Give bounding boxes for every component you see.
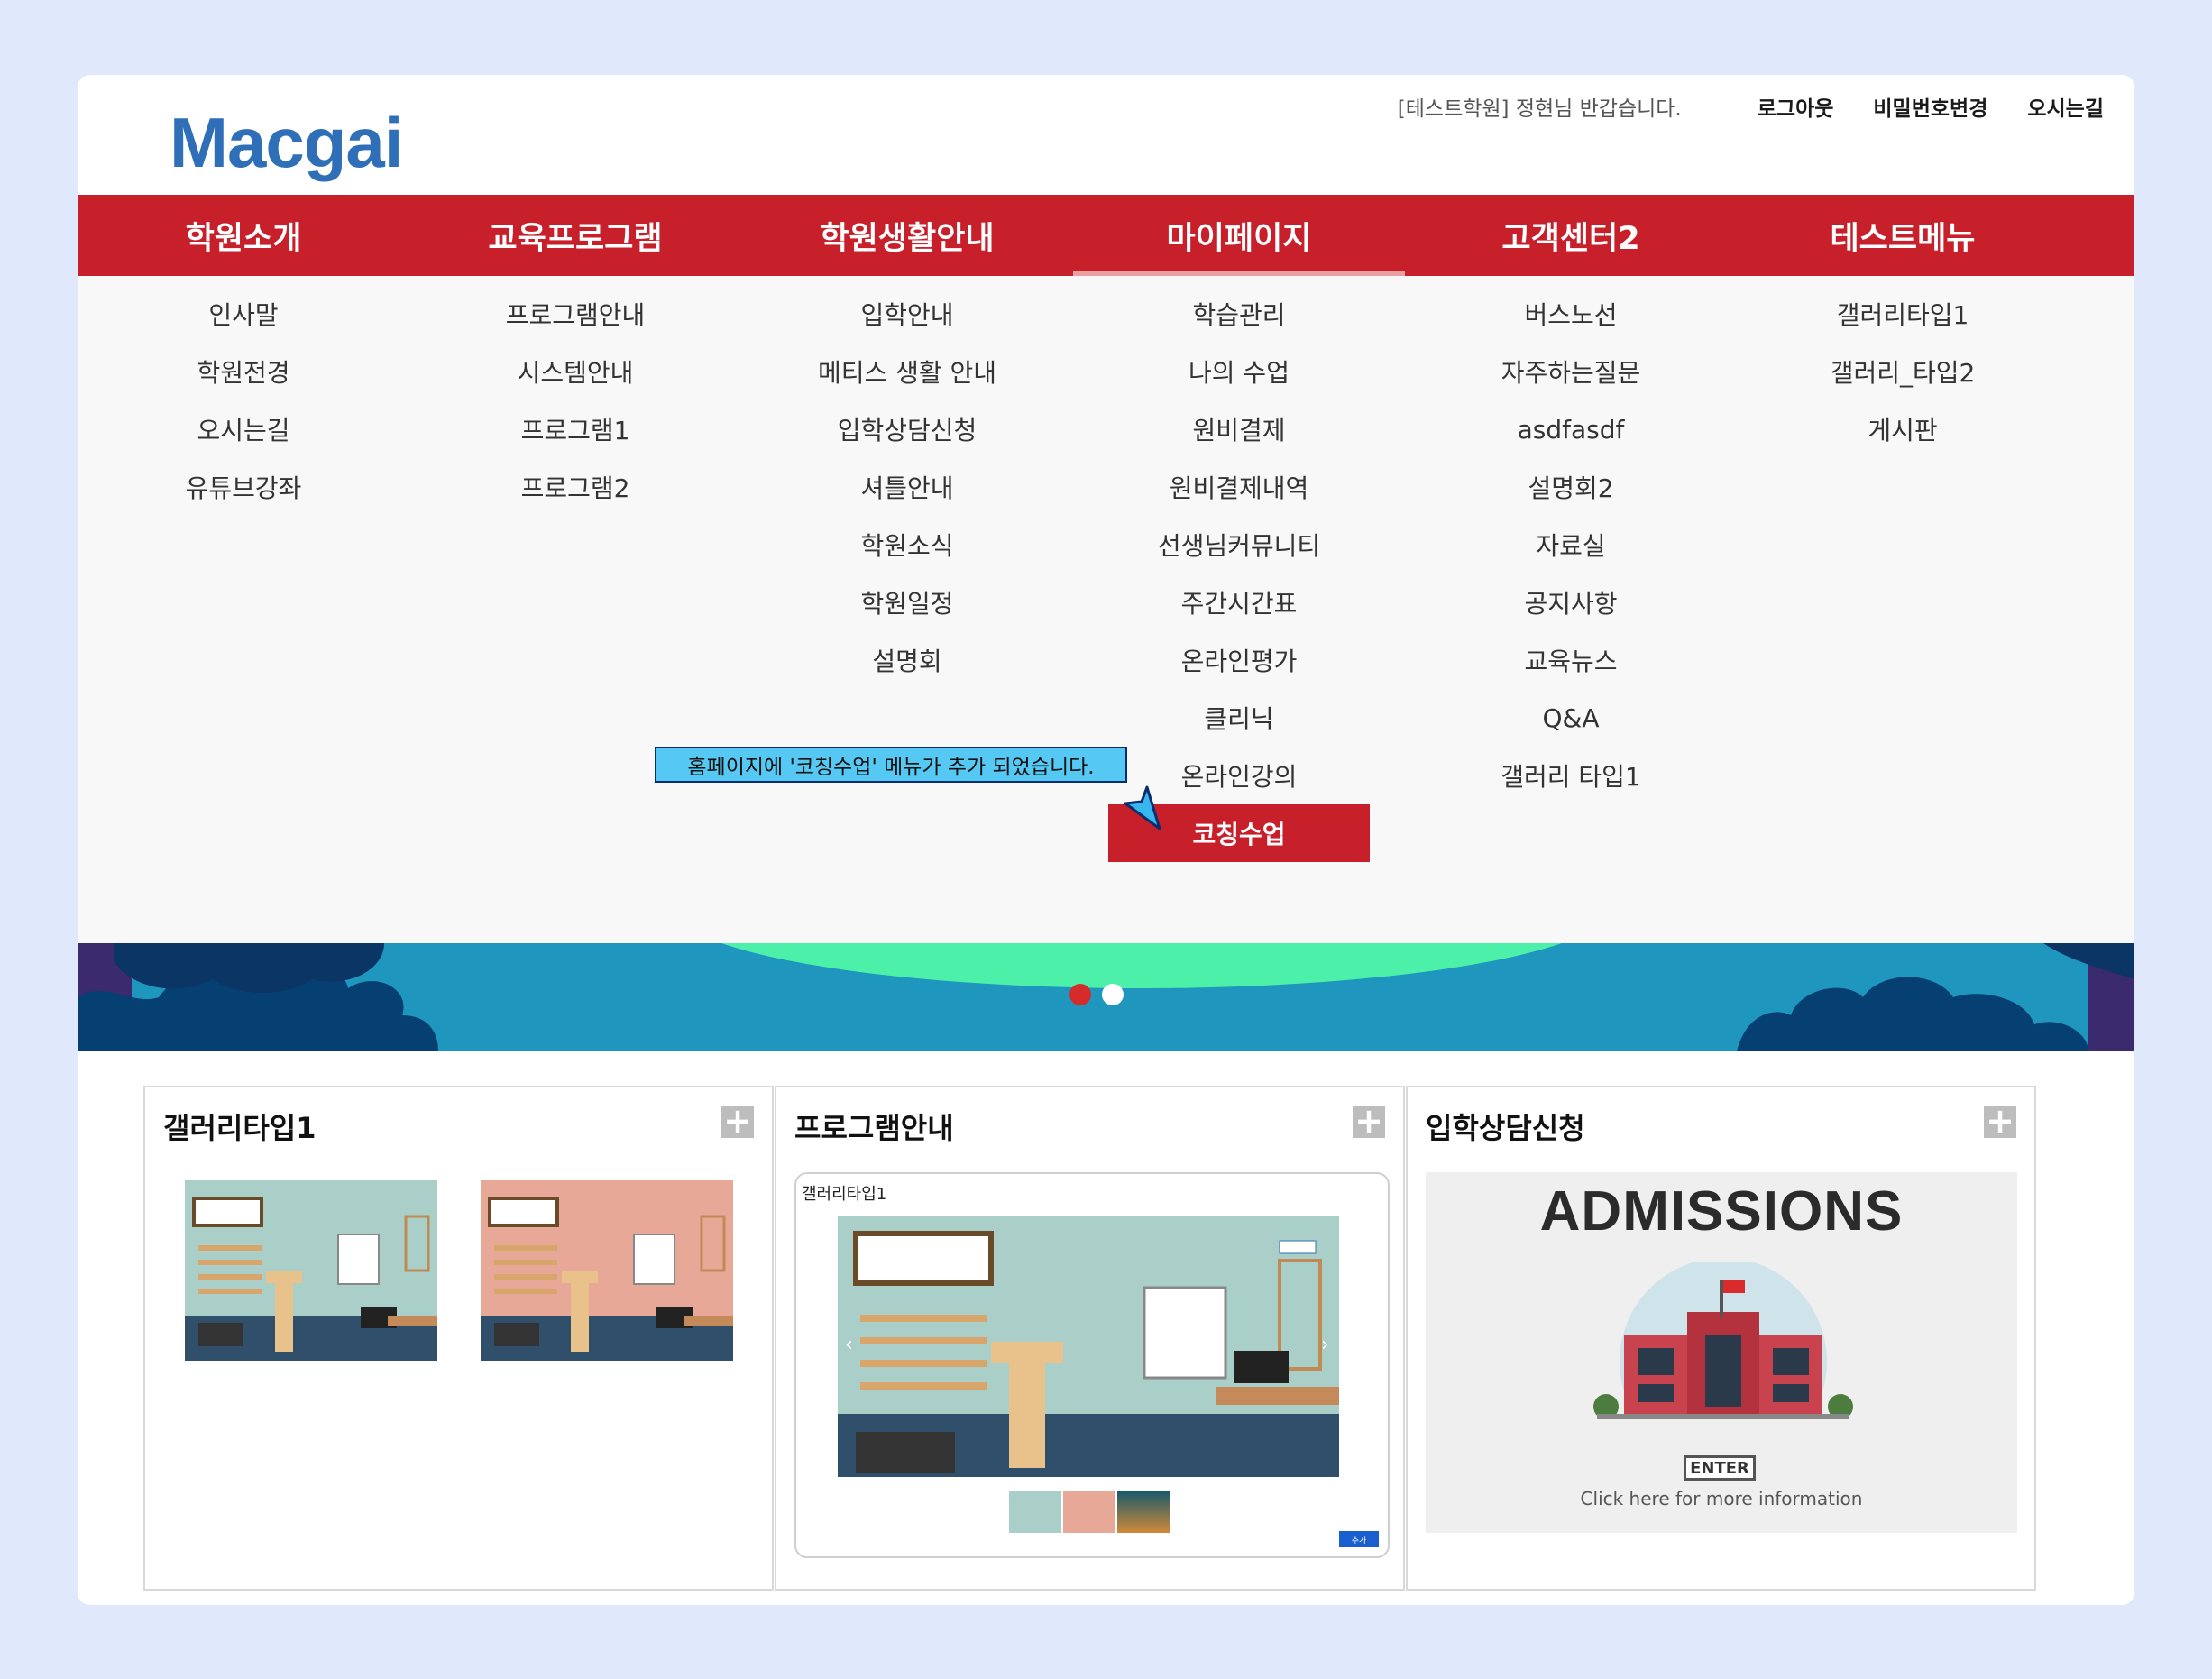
submenu-item[interactable]: 프로그램2: [409, 458, 741, 516]
submenu-item[interactable]: 갤러리_타입2: [1737, 343, 2069, 400]
cat-room-image-pink: [481, 1180, 733, 1361]
gallery-panel: 갤러리타입1 +: [143, 1086, 774, 1591]
submenu-item[interactable]: 학원전경: [78, 343, 409, 400]
submenu-item[interactable]: 셔틀안내: [741, 458, 1073, 516]
more-plus-icon[interactable]: +: [1984, 1104, 2016, 1138]
submenu-column-about: 인사말 학원전경 오시는길 유튜브강좌: [78, 285, 409, 516]
submenu-item[interactable]: 학원일정: [741, 573, 1073, 631]
pagination-dot-active[interactable]: [1069, 984, 1091, 1005]
admissions-panel: 입학상담신청 + ADMISSIONS ENTER Click here for…: [1406, 1086, 2036, 1591]
submenu-item[interactable]: 게시판: [1737, 400, 2069, 458]
more-plus-icon[interactable]: +: [721, 1104, 754, 1138]
submenu-item[interactable]: 나의 수업: [1073, 343, 1405, 400]
embedded-gallery-card: 갤러리타입1 ‹ › 추가: [794, 1172, 1390, 1558]
submenu-item[interactable]: 교육뉴스: [1405, 631, 1737, 689]
submenu-item[interactable]: 공지사항: [1405, 573, 1737, 631]
nav-item-customer-center[interactable]: 고객센터2: [1405, 195, 1737, 276]
panel-title: 갤러리타입1: [163, 1111, 317, 1145]
submenu-item[interactable]: 갤러리 타입1: [1405, 747, 1737, 804]
greeting-text: [테스트학원] 정현님 반갑습니다.: [1397, 97, 1682, 121]
submenu-item[interactable]: 입학상담신청: [741, 400, 1073, 458]
submenu-item[interactable]: 자료실: [1405, 516, 1737, 573]
submenu-item[interactable]: 버스노선: [1405, 285, 1737, 343]
notice-tooltip: 홈페이지에 '코칭수업' 메뉴가 추가 되었습니다.: [655, 747, 1127, 783]
banner-pagination: [1069, 984, 1124, 1005]
nav-item-test-menu[interactable]: 테스트메뉴: [1737, 195, 2069, 276]
program-panel: 프로그램안내 + 갤러리타입1 ‹ › 추가: [775, 1086, 1405, 1591]
submenu-item[interactable]: 오시는길: [78, 400, 409, 458]
main-nav: 학원소개 교육프로그램 학원생활안내 마이페이지 고객센터2 테스트메뉴: [78, 195, 2134, 276]
panel-title: 프로그램안내: [794, 1111, 954, 1145]
submenu-item[interactable]: 프로그램1: [409, 400, 741, 458]
submenu-item[interactable]: Q&A: [1405, 689, 1737, 747]
nav-item-academy-life[interactable]: 학원생활안내: [741, 195, 1073, 276]
submenu-item[interactable]: 메티스 생활 안내: [741, 343, 1073, 400]
thumbnail-pink[interactable]: [1063, 1491, 1115, 1533]
top-utility-bar: [테스트학원] 정현님 반갑습니다. 로그아웃 비밀번호변경 오시는길: [1398, 86, 2104, 127]
submenu-item[interactable]: 설명회: [741, 631, 1073, 689]
thumbnail-ocean[interactable]: [1117, 1491, 1170, 1533]
change-password-link[interactable]: 비밀번호변경: [1873, 91, 1987, 122]
nav-item-programs[interactable]: 교육프로그램: [409, 195, 741, 276]
mega-dropdown-menu: 인사말 학원전경 오시는길 유튜브강좌 프로그램안내 시스템안내 프로그램1 프…: [78, 276, 2134, 943]
submenu-item[interactable]: 학습관리: [1073, 285, 1405, 343]
pagination-dot[interactable]: [1102, 984, 1124, 1005]
svg-text:‹: ‹: [845, 1334, 853, 1356]
gallery-thumbnail[interactable]: [185, 1180, 437, 1361]
submenu-item[interactable]: 인사말: [78, 285, 409, 343]
submenu-item[interactable]: 클리닉: [1073, 689, 1405, 747]
embedded-gallery-label: 갤러리타입1: [802, 1185, 887, 1204]
nav-item-mypage[interactable]: 마이페이지: [1073, 195, 1405, 276]
pointer-cursor-icon: [1124, 785, 1161, 830]
cat-room-image: [185, 1180, 437, 1361]
gallery-thumbnail[interactable]: [481, 1180, 733, 1361]
submenu-item[interactable]: 주간시간표: [1073, 573, 1405, 631]
submenu-column-programs: 프로그램안내 시스템안내 프로그램1 프로그램2: [409, 285, 741, 516]
submenu-column-academy-life: 입학안내 메티스 생활 안내 입학상담신청 셔틀안내 학원소식 학원일정 설명회: [741, 285, 1073, 689]
site-logo[interactable]: Macgai: [170, 102, 403, 184]
admissions-banner[interactable]: ADMISSIONS ENTER Click here for more inf…: [1426, 1172, 2017, 1533]
admissions-info-text: Click here for more information: [1580, 1488, 1863, 1509]
directions-link[interactable]: 오시는길: [2027, 91, 2104, 122]
submenu-item[interactable]: 갤러리타입1: [1737, 285, 2069, 343]
logout-link[interactable]: 로그아웃: [1758, 91, 1834, 122]
nav-item-about[interactable]: 학원소개: [78, 195, 409, 276]
submenu-item[interactable]: 시스템안내: [409, 343, 741, 400]
submenu-item[interactable]: 온라인평가: [1073, 631, 1405, 689]
submenu-column-test-menu: 갤러리타입1 갤러리_타입2 게시판: [1737, 285, 2069, 458]
enter-button[interactable]: ENTER: [1684, 1455, 1756, 1481]
panel-title: 입학상담신청: [1426, 1111, 1585, 1145]
svg-text:›: ›: [1321, 1334, 1329, 1356]
submenu-item[interactable]: 유튜브강좌: [78, 458, 409, 516]
admissions-heading: ADMISSIONS: [1539, 1180, 1904, 1243]
submenu-column-customer-center: 버스노선 자주하는질문 asdfasdf 설명회2 자료실 공지사항 교육뉴스 …: [1405, 285, 1737, 804]
more-plus-icon[interactable]: +: [1353, 1104, 1385, 1138]
submenu-item[interactable]: 원비결제내역: [1073, 458, 1405, 516]
thumbnail-teal[interactable]: [1009, 1491, 1061, 1533]
gallery-thumbnail-strip: [1009, 1491, 1170, 1533]
school-building-icon: [1588, 1262, 1859, 1443]
submenu-item[interactable]: 학원소식: [741, 516, 1073, 573]
submenu-item[interactable]: 자주하는질문: [1405, 343, 1737, 400]
submenu-item[interactable]: asdfasdf: [1405, 400, 1737, 458]
submenu-item[interactable]: 선생님커뮤니티: [1073, 516, 1405, 573]
submenu-item[interactable]: 원비결제: [1073, 400, 1405, 458]
submenu-item[interactable]: 프로그램안내: [409, 285, 741, 343]
add-button[interactable]: 추가: [1339, 1531, 1379, 1547]
gallery-slide-image[interactable]: ‹ ›: [838, 1216, 1339, 1477]
browser-window: Macgai [테스트학원] 정현님 반갑습니다. 로그아웃 비밀번호변경 오시…: [78, 75, 2134, 1605]
submenu-item[interactable]: 입학안내: [741, 285, 1073, 343]
submenu-item[interactable]: 설명회2: [1405, 458, 1737, 516]
